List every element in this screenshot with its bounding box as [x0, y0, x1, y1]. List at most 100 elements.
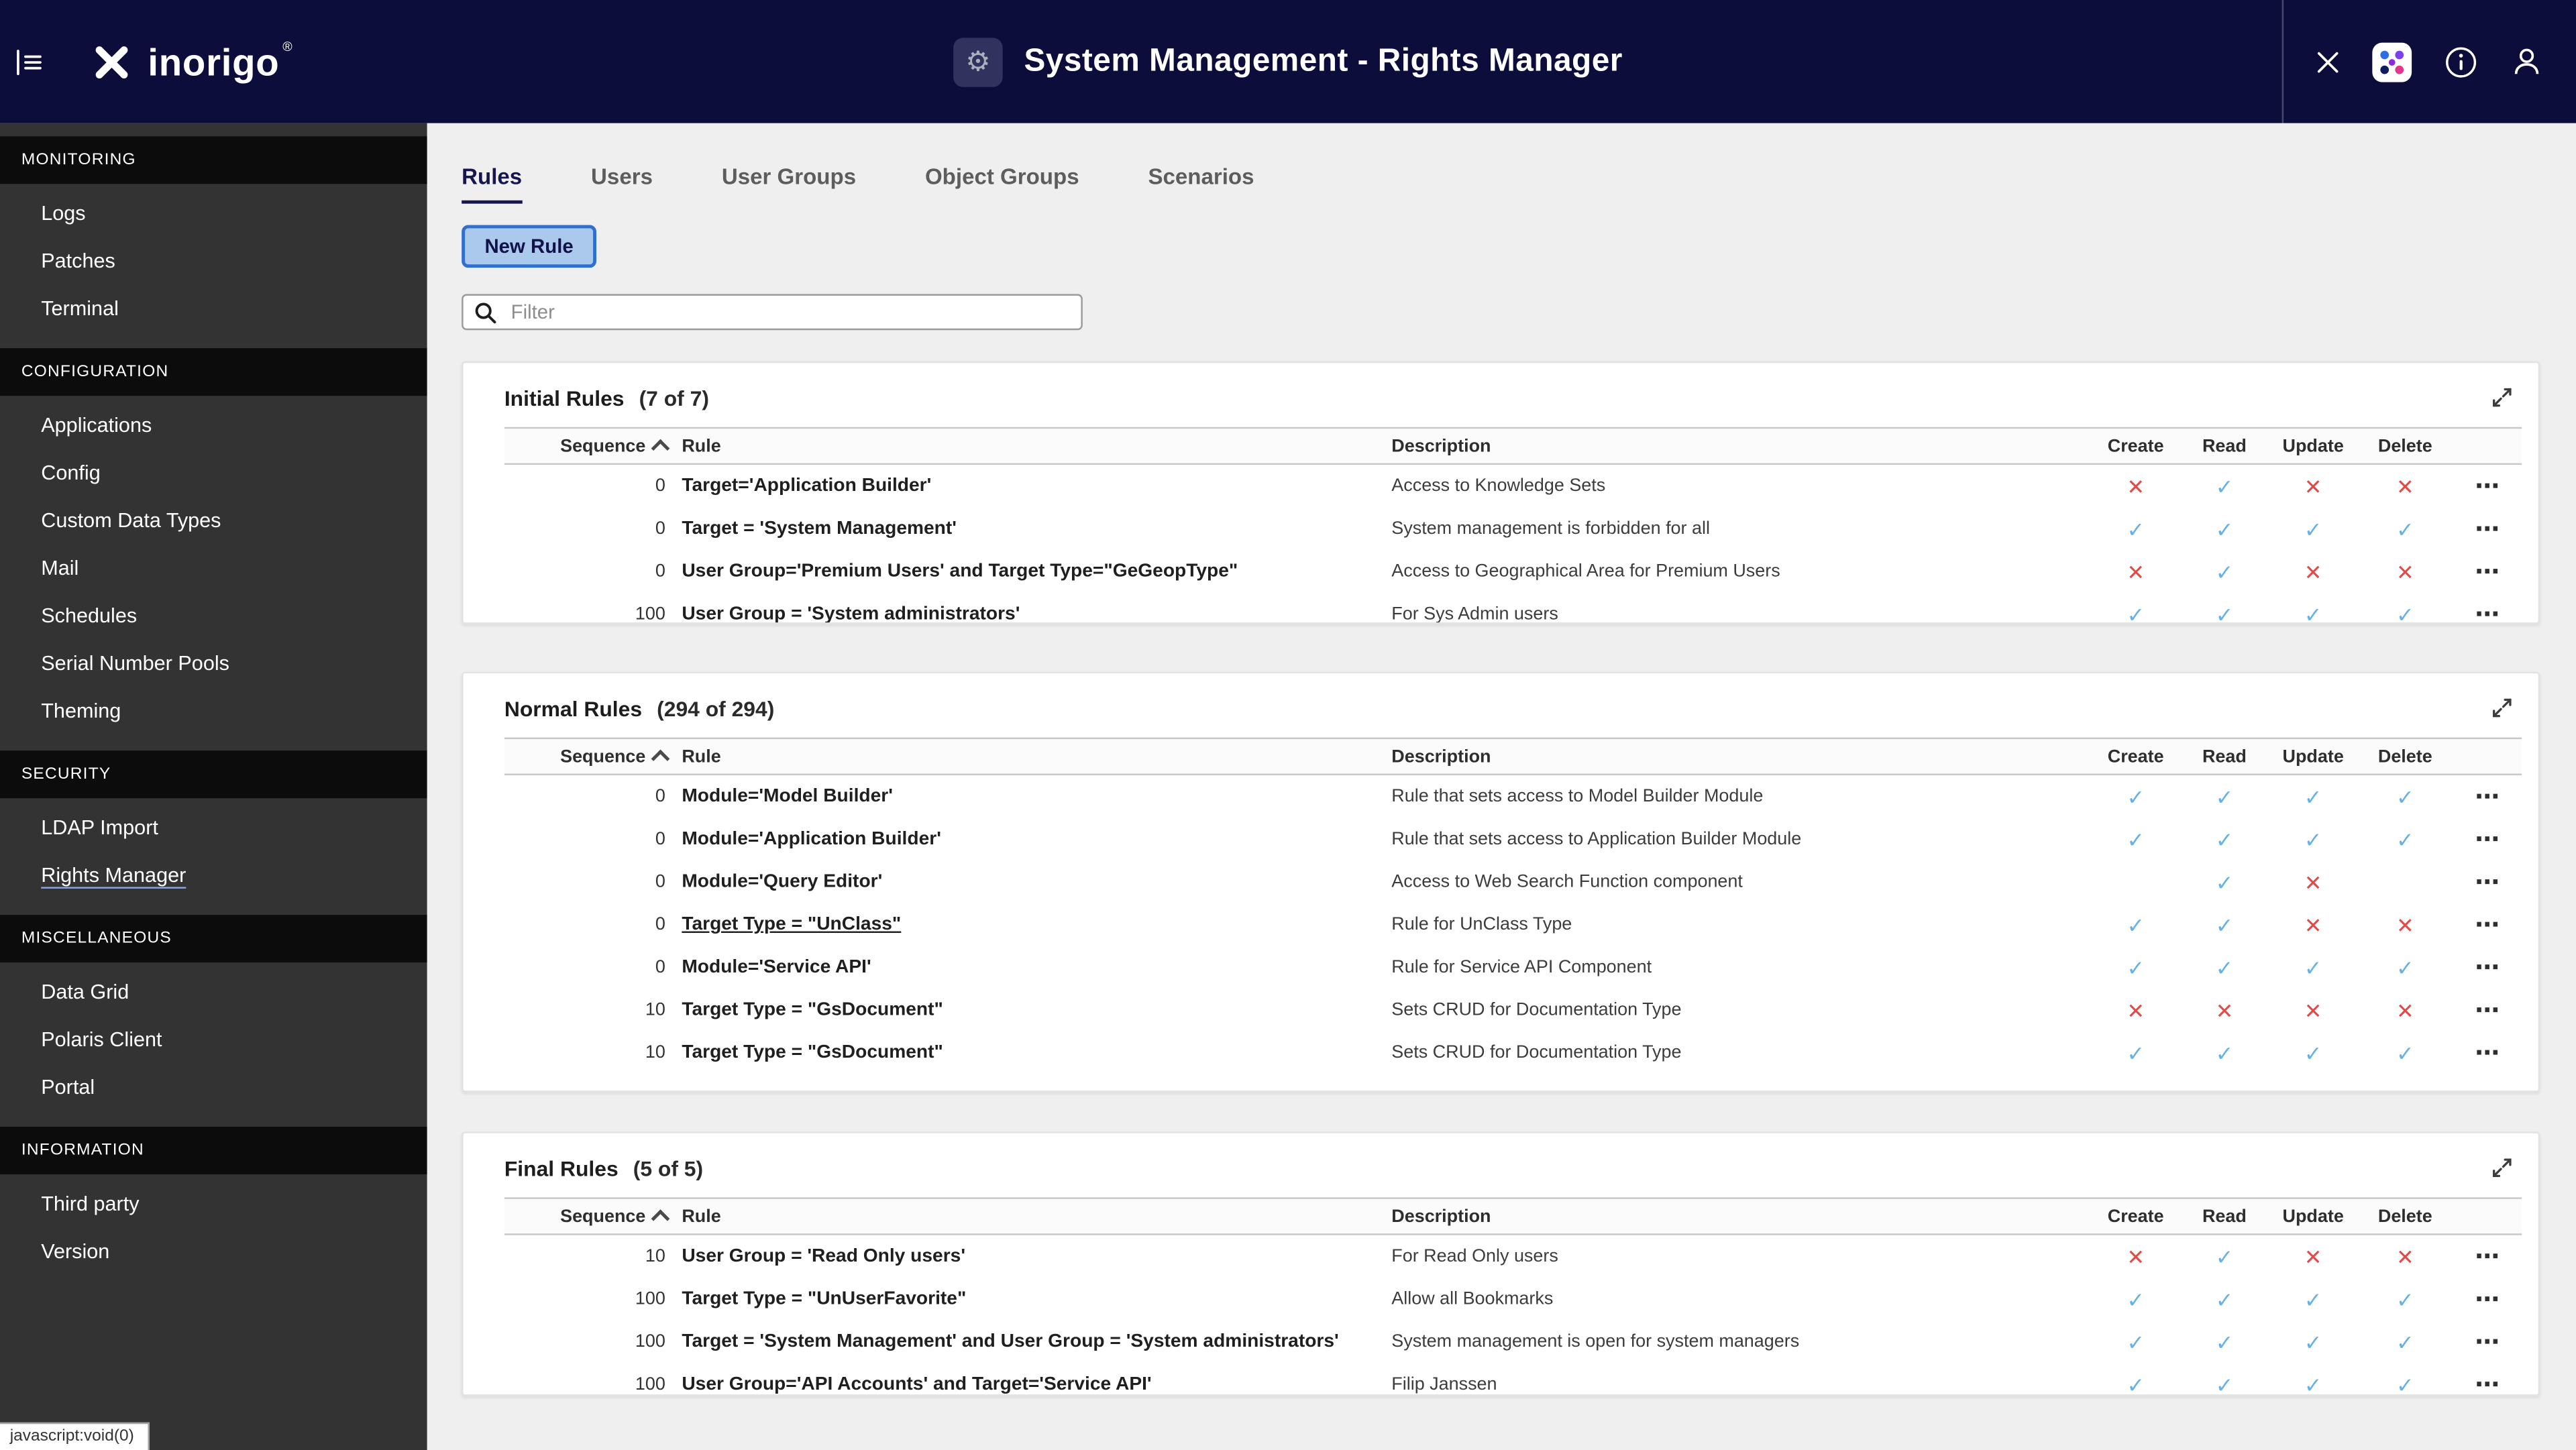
cell-permission: ✓ — [2180, 957, 2269, 979]
row-menu-button[interactable]: ⋯ — [2453, 955, 2522, 980]
tab-users[interactable]: Users — [591, 164, 653, 204]
panel-title-text: Final Rules — [504, 1155, 619, 1180]
column-header-create[interactable]: Create — [2092, 1207, 2180, 1226]
column-header-rule[interactable]: Rule — [669, 1207, 1379, 1226]
filter-input[interactable] — [507, 298, 1071, 325]
cell-description: Filip Janssen — [1391, 1374, 1497, 1395]
cell-rule: User Group = 'System administrators' — [669, 604, 1379, 622]
column-header-update[interactable]: Update — [2269, 746, 2357, 766]
table-row: 0 Target Type = "UnClass" Rule for UnClass… — [504, 903, 2522, 946]
tab-user-groups[interactable]: User Groups — [722, 164, 856, 204]
column-header-create[interactable]: Create — [2092, 436, 2180, 455]
sidebar-item-label: Terminal — [41, 296, 119, 320]
row-menu-button[interactable]: ⋯ — [2453, 516, 2522, 541]
sidebar-item-rights-manager[interactable]: Rights Manager — [0, 851, 427, 899]
header-title-group: ⚙ System Management - Rights Manager — [953, 0, 1623, 123]
new-rule-button[interactable]: New Rule — [462, 225, 597, 268]
column-header-create[interactable]: Create — [2092, 746, 2180, 766]
column-header-delete[interactable]: Delete — [2357, 436, 2453, 455]
sidebar-item-serial-number-pools[interactable]: Serial Number Pools — [0, 639, 427, 687]
row-menu-button[interactable]: ⋯ — [2453, 1244, 2522, 1269]
sidebar-item-theming[interactable]: Theming — [0, 687, 427, 734]
sidebar-item-data-grid[interactable]: Data Grid — [0, 967, 427, 1015]
column-header-read[interactable]: Read — [2180, 436, 2269, 455]
sidebar-item-logs[interactable]: Logs — [0, 189, 427, 237]
cell-permission: ✓ — [2092, 1331, 2180, 1353]
column-header-update[interactable]: Update — [2269, 1207, 2357, 1226]
cell-permission: ✓ — [2357, 1374, 2453, 1395]
tab-scenarios[interactable]: Scenarios — [1148, 164, 1254, 204]
settings-gear-icon[interactable]: ⚙ — [953, 37, 1003, 87]
column-header-update[interactable]: Update — [2269, 436, 2357, 455]
column-header-description[interactable]: Description — [1379, 746, 2092, 766]
info-icon[interactable] — [2443, 44, 2479, 80]
sidebar-item-custom-data-types[interactable]: Custom Data Types — [0, 496, 427, 544]
row-menu-button[interactable]: ⋯ — [2453, 827, 2522, 852]
expand-icon[interactable] — [2485, 381, 2518, 414]
check-icon: ✓ — [2396, 1286, 2414, 1312]
tab-rules[interactable]: Rules — [462, 164, 523, 204]
sidebar-item-config[interactable]: Config — [0, 449, 427, 496]
cell-permission: ✓ — [2180, 518, 2269, 540]
column-header-description[interactable]: Description — [1379, 1207, 2092, 1226]
column-header-sequence[interactable]: Sequence — [504, 1207, 670, 1227]
sidebar-item-third-party[interactable]: Third party — [0, 1179, 427, 1227]
sidebar: MONITORING Logs Patches Terminal CONFIGURATI… — [0, 123, 427, 1450]
sidebar-item-portal[interactable]: Portal — [0, 1062, 427, 1110]
cell-permission: ✓ — [2269, 957, 2357, 979]
sidebar-item-schedules[interactable]: Schedules — [0, 592, 427, 639]
table-row: 100 User Group='API Accounts' and Target=… — [504, 1363, 2522, 1395]
panel-title-text: Normal Rules — [504, 695, 643, 720]
sidebar-toggle-icon[interactable] — [11, 44, 48, 80]
cell-description: Access to Geographical Area for Premium … — [1391, 561, 1780, 581]
check-icon: ✓ — [2304, 516, 2322, 541]
app-launcher-icon[interactable] — [2371, 40, 2414, 83]
column-header-sequence[interactable]: Sequence — [504, 436, 670, 457]
user-account-icon[interactable] — [2508, 42, 2547, 81]
sidebar-item-applications[interactable]: Applications — [0, 401, 427, 449]
cell-sequence: 100 — [635, 1332, 665, 1352]
cell-permission: ✓ — [2269, 1288, 2357, 1310]
tab-object-groups[interactable]: Object Groups — [925, 164, 1079, 204]
row-menu-button[interactable]: ⋯ — [2453, 1329, 2522, 1354]
column-header-description[interactable]: Description — [1379, 436, 2092, 455]
check-icon: ✓ — [2304, 1286, 2322, 1312]
check-icon: ✓ — [2396, 1329, 2414, 1355]
column-header-sequence[interactable]: Sequence — [504, 746, 670, 768]
sidebar-item-terminal[interactable]: Terminal — [0, 284, 427, 332]
table-row: 0 Target = 'System Management' System mana… — [504, 508, 2522, 551]
rule-text-link[interactable]: Target Type = "UnClass" — [682, 915, 901, 934]
row-menu-button[interactable]: ⋯ — [2453, 1040, 2522, 1065]
check-icon: ✓ — [2396, 602, 2414, 624]
check-icon: ✓ — [2304, 602, 2322, 624]
expand-icon[interactable] — [2485, 691, 2518, 724]
cell-permission: ✓ — [2180, 1042, 2269, 1064]
row-menu-button[interactable]: ⋯ — [2453, 784, 2522, 809]
row-menu-button[interactable]: ⋯ — [2453, 602, 2522, 623]
sidebar-item-mail[interactable]: Mail — [0, 544, 427, 592]
sidebar-item-polaris-client[interactable]: Polaris Client — [0, 1015, 427, 1062]
rule-text: Target Type = "GsDocument" — [682, 1043, 943, 1063]
row-menu-button[interactable]: ⋯ — [2453, 1287, 2522, 1312]
close-icon[interactable] — [2312, 47, 2342, 76]
sidebar-item-ldap-import[interactable]: LDAP Import — [0, 803, 427, 851]
column-header-read[interactable]: Read — [2180, 746, 2269, 766]
row-menu-button[interactable]: ⋯ — [2453, 474, 2522, 499]
row-menu-button[interactable]: ⋯ — [2453, 559, 2522, 584]
sidebar-item-patches[interactable]: Patches — [0, 237, 427, 284]
expand-icon[interactable] — [2485, 1152, 2518, 1184]
row-menu-button[interactable]: ⋯ — [2453, 870, 2522, 895]
column-header-read[interactable]: Read — [2180, 1207, 2269, 1226]
sidebar-item-version[interactable]: Version — [0, 1227, 427, 1274]
column-header-rule[interactable]: Rule — [669, 436, 1379, 455]
column-header-delete[interactable]: Delete — [2357, 746, 2453, 766]
column-header-rule[interactable]: Rule — [669, 746, 1379, 766]
row-menu-button[interactable]: ⋯ — [2453, 1372, 2522, 1394]
row-menu-button[interactable]: ⋯ — [2453, 998, 2522, 1023]
column-header-delete[interactable]: Delete — [2357, 1207, 2453, 1226]
inorigo-logo[interactable]: inorigo ® — [91, 39, 292, 83]
cell-sequence: 0 — [655, 957, 665, 978]
cell-permission: ✓ — [2092, 604, 2180, 622]
cell-description: Access to Knowledge Sets — [1391, 476, 1606, 496]
row-menu-button[interactable]: ⋯ — [2453, 912, 2522, 937]
